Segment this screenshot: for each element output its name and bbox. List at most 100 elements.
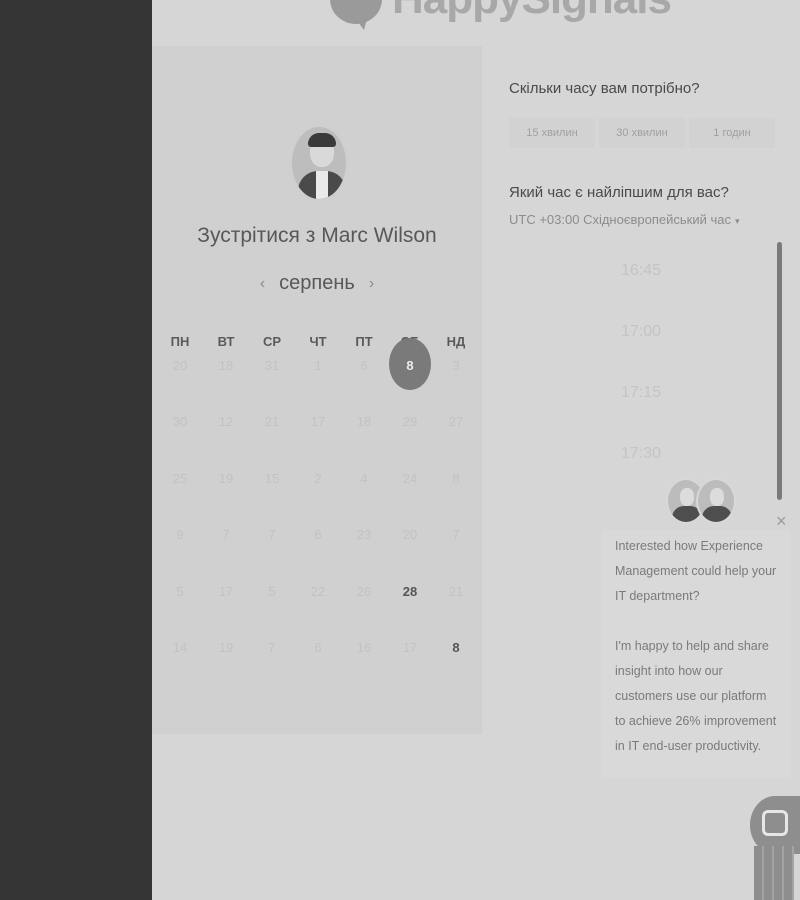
calendar-day-number: 6 [314, 527, 322, 543]
month-label: серпень [279, 272, 355, 294]
calendar-day: 1 [295, 337, 341, 394]
calendar-day: 20 [157, 337, 203, 394]
logo-icon [330, 0, 382, 30]
calendar-day: 19 [203, 620, 249, 677]
time-slot-scrollbar[interactable] [777, 242, 782, 500]
calendar-day: 31 [249, 337, 295, 394]
calendar-day: 6 [341, 337, 387, 394]
calendar-day-number: 19 [218, 640, 234, 656]
calendar-day-number: 3 [452, 357, 460, 373]
calendar-day-number: 12 [218, 414, 234, 430]
calendar-day: 27 [433, 394, 479, 451]
duration-option-button[interactable]: 1 годин [689, 118, 775, 148]
calendar-day-selected[interactable]: 8 [387, 337, 433, 394]
host-avatar [289, 124, 349, 202]
calendar-day-number: 7 [268, 640, 276, 656]
calendar-day: 2 [295, 450, 341, 507]
calendar-day: 29 [387, 394, 433, 451]
time-slot-button[interactable]: 16:45 [509, 240, 773, 301]
calendar-day-number: 28 [402, 583, 418, 599]
calendar-day: 12 [203, 394, 249, 451]
calendar-day-number: 4 [360, 470, 368, 486]
timezone-value: UTC +03:00 Східноєвропейський час [509, 212, 731, 227]
calendar-day-number: 7 [268, 527, 276, 543]
calendar-day: 5 [249, 563, 295, 620]
calendar-day-number: 16 [356, 640, 372, 656]
calendar-day: 4 [341, 450, 387, 507]
host-name: Marc Wilson [321, 224, 437, 247]
chat-icon [762, 810, 788, 836]
calendar-day-number: 24 [402, 470, 418, 486]
calendar-day: 17 [203, 563, 249, 620]
calendar-day-number: 30 [172, 414, 188, 430]
calendar-day: 5 [157, 563, 203, 620]
chat-launcher-tab [754, 846, 794, 900]
chat-agent-avatars [666, 478, 736, 528]
left-sidebar [0, 0, 152, 900]
calendar-day-number: 8 [452, 640, 460, 656]
calendar-day: 16 [341, 620, 387, 677]
calendar-day-number: 19 [218, 470, 234, 486]
chat-agent-avatar [696, 478, 736, 524]
calendar-day[interactable]: 8 [433, 620, 479, 677]
calendar-day-number: 5 [176, 583, 184, 599]
prev-month-icon[interactable]: ‹ [260, 275, 265, 293]
calendar-day-number: 8 [452, 470, 460, 486]
calendar-day: 17 [295, 394, 341, 451]
meeting-title-prefix: Зустрітися з [197, 224, 316, 247]
calendar-day-number: 9 [176, 527, 184, 543]
calendar-day-number: 21 [448, 583, 464, 599]
calendar-day-number: 6 [360, 357, 368, 373]
calendar-day-number: 2 [314, 470, 322, 486]
calendar-day: 18 [341, 394, 387, 451]
duration-question: Скільки часу вам потрібно? [509, 80, 700, 97]
chat-close-icon[interactable]: × [776, 512, 787, 530]
calendar-day-number: 8 [406, 357, 414, 373]
calendar-day: 22 [295, 563, 341, 620]
calendar-day: 6 [295, 620, 341, 677]
calendar-day-number: 17 [310, 414, 326, 430]
calendar-day: 9 [157, 507, 203, 564]
calendar-day-number: 31 [264, 357, 280, 373]
calendar-day-number: 21 [264, 414, 280, 430]
chevron-down-icon: ▾ [734, 216, 740, 226]
calendar-day-number: 22 [310, 583, 326, 599]
timezone-select[interactable]: UTC +03:00 Східноєвропейський час ▾ [509, 212, 740, 227]
time-slot-button[interactable]: 17:00 [509, 301, 773, 362]
calendar-day: 18 [203, 337, 249, 394]
calendar-day: 19 [203, 450, 249, 507]
calendar-day-number: 26 [356, 583, 372, 599]
calendar-day[interactable]: 28 [387, 563, 433, 620]
duration-option-button[interactable]: 30 хвилин [599, 118, 685, 148]
logo-text: HappySignals [392, 0, 672, 24]
calendar-day: 7 [433, 507, 479, 564]
calendar-day-number: 27 [448, 414, 464, 430]
calendar-day-number: 5 [268, 583, 276, 599]
time-slot-list: 16:45 17:00 17:15 17:30 [509, 240, 773, 484]
calendar-day: 15 [249, 450, 295, 507]
calendar-day-number: 23 [356, 527, 372, 543]
next-month-icon[interactable]: › [369, 275, 374, 293]
calendar-day-number: 18 [356, 414, 372, 430]
calendar-day: 7 [249, 620, 295, 677]
calendar-day: 21 [433, 563, 479, 620]
calendar-day: 17 [387, 620, 433, 677]
calendar-day-number: 20 [172, 357, 188, 373]
time-slot-button[interactable]: 17:30 [509, 423, 773, 484]
calendar-day-number: 20 [402, 527, 418, 543]
calendar-card: Зустрітися з Marc Wilson ‹ серпень › ПН В… [152, 46, 482, 734]
calendar-day: 21 [249, 394, 295, 451]
header-logo: HappySignals [330, 0, 672, 30]
chat-message-text: Interested how Experience Management cou… [615, 539, 777, 603]
calendar-day-number: 1 [314, 357, 322, 373]
chat-message-bubble[interactable]: Interested how Experience Management cou… [601, 530, 791, 778]
time-question: Який час є найліпшим для вас? [509, 184, 729, 201]
calendar-day-number: 6 [314, 640, 322, 656]
chat-message-text: I'm happy to help and share insight into… [615, 639, 777, 753]
duration-option-button[interactable]: 15 хвилин [509, 118, 595, 148]
time-slot-button[interactable]: 17:15 [509, 362, 773, 423]
calendar-day: 30 [157, 394, 203, 451]
calendar-day: 23 [341, 507, 387, 564]
calendar-day: 24 [387, 450, 433, 507]
calendar-days-grid: 20 18 31 1 6 8 3 30 12 21 17 18 29 27 25 19 15 2 4 24 8 9 7 7 6 2… [157, 337, 477, 676]
